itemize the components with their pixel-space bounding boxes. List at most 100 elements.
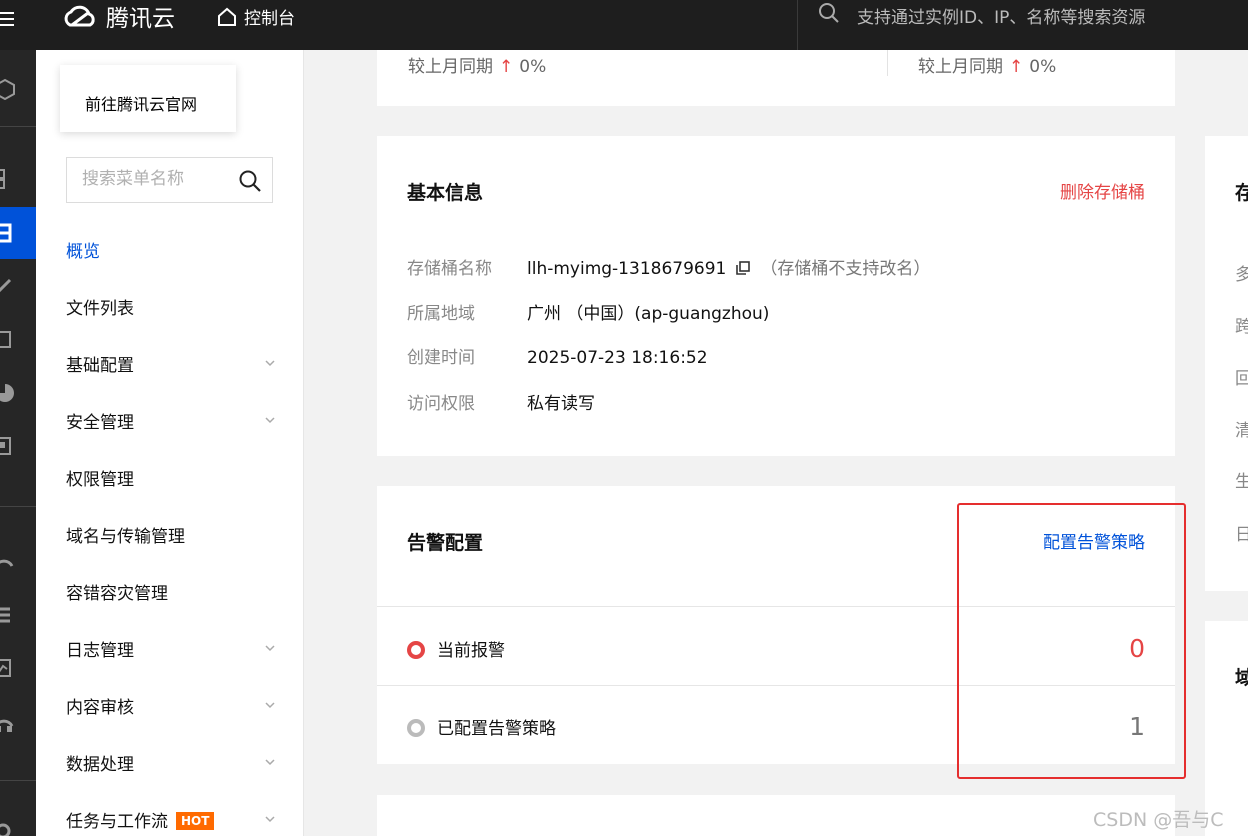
global-search-placeholder: 支持通过实例ID、IP、名称等搜索资源 xyxy=(857,8,1146,28)
settings-icon[interactable] xyxy=(0,820,16,836)
sidebar-item-label: 域名与传输管理 xyxy=(66,527,185,547)
created-time-value: 2025-07-23 18:16:52 xyxy=(527,348,708,368)
sidebar-item-label: 概览 xyxy=(66,242,100,262)
card-title: 基本信息 xyxy=(407,182,484,204)
dashboard-icon[interactable] xyxy=(0,168,16,190)
hamburger-menu-icon[interactable] xyxy=(0,12,16,38)
current-alarm-count[interactable]: 0 xyxy=(1129,634,1145,663)
month-compare-right: 较上月同期 ↑ 0% xyxy=(918,52,1056,77)
chart-icon[interactable] xyxy=(0,658,16,680)
list-icon[interactable] xyxy=(0,604,16,626)
info-row-created-time: 创建时间 2025-07-23 18:16:52 xyxy=(407,343,708,368)
red-status-dot-icon xyxy=(407,641,425,659)
config-item[interactable]: 生 xyxy=(1235,467,1248,492)
domain-card: 域 xyxy=(1205,621,1248,836)
info-key: 所属地域 xyxy=(407,304,475,324)
sidebar-item-domain-transfer[interactable]: 域名与传输管理 xyxy=(66,522,281,552)
alarm-label: 当前报警 xyxy=(437,641,505,661)
sidebar-item-label: 安全管理 xyxy=(66,413,134,433)
sidebar-item-content-moderation[interactable]: 内容审核 xyxy=(66,693,281,723)
menu-search-box[interactable] xyxy=(66,157,273,203)
sidebar-item-label: 容错容灾管理 xyxy=(66,584,168,604)
storage-icon[interactable] xyxy=(0,222,16,244)
global-search[interactable]: 支持通过实例ID、IP、名称等搜索资源 xyxy=(797,0,1248,50)
search-icon[interactable] xyxy=(238,169,262,193)
alarm-label: 已配置告警策略 xyxy=(437,719,556,739)
chevron-down-icon xyxy=(265,645,275,652)
alarm-row-configured: 已配置告警策略 xyxy=(407,714,556,739)
info-key: 创建时间 xyxy=(407,348,475,368)
sidebar-item-label: 内容审核 xyxy=(66,698,134,718)
sidebar-item-permissions[interactable]: 权限管理 xyxy=(66,465,281,495)
menu-search-input[interactable] xyxy=(82,169,232,189)
sidebar-item-label: 权限管理 xyxy=(66,470,134,490)
tencent-cloud-logo[interactable]: 腾讯云 xyxy=(60,2,175,32)
sidebar-item-tasks-workflow[interactable]: 任务与工作流 HOT xyxy=(66,807,281,836)
divider xyxy=(377,606,1175,607)
cube-icon[interactable] xyxy=(0,78,16,100)
info-row-access: 访问权限 私有读写 xyxy=(407,389,595,414)
home-icon xyxy=(218,7,236,26)
grey-status-dot-icon xyxy=(407,719,425,737)
info-key: 存储桶名称 xyxy=(407,259,492,279)
sidebar-item-basic-config[interactable]: 基础配置 xyxy=(66,351,281,381)
info-key: 访问权限 xyxy=(407,394,475,414)
chevron-down-icon xyxy=(265,417,275,424)
chevron-down-icon xyxy=(265,360,275,367)
bucket-name-value: llh-myimg-1318679691 xyxy=(527,259,727,279)
product-icon-rail xyxy=(0,50,36,836)
arrow-up-icon: ↑ xyxy=(1009,57,1024,77)
copy-icon[interactable] xyxy=(736,261,751,275)
calendar-icon[interactable] xyxy=(0,328,16,350)
official-site-tooltip[interactable]: 前往腾讯云官网 xyxy=(60,65,236,132)
sidebar-item-label: 数据处理 xyxy=(66,755,134,775)
sidebar-item-logs[interactable]: 日志管理 xyxy=(66,636,281,666)
month-compare-left: 较上月同期 ↑ 0% xyxy=(408,52,546,77)
info-row-region: 所属地域 广州 （中国）(ap-guangzhou) xyxy=(407,299,769,324)
access-value: 私有读写 xyxy=(527,394,595,414)
config-item[interactable]: 回 xyxy=(1235,364,1248,389)
region-value: 广州 （中国）(ap-guangzhou) xyxy=(527,304,770,324)
pie-chart-icon[interactable] xyxy=(0,382,16,404)
config-item[interactable]: 跨 xyxy=(1235,312,1248,337)
config-item[interactable]: 多 xyxy=(1235,260,1248,285)
sidebar-item-label: 基础配置 xyxy=(66,356,134,376)
compare-value: 0% xyxy=(1029,57,1057,77)
card-title: 域 xyxy=(1235,667,1248,689)
chevron-down-icon xyxy=(265,816,275,823)
sidebar-item-data-processing[interactable]: 数据处理 xyxy=(66,750,281,780)
alarm-config-card: 告警配置 配置告警策略 当前报警 0 已配置告警策略 1 xyxy=(377,486,1175,764)
gauge-icon[interactable] xyxy=(0,550,16,572)
stats-divider xyxy=(887,50,888,76)
sidebar-item-label: 日志管理 xyxy=(66,641,134,661)
sidebar-item-disaster-recovery[interactable]: 容错容灾管理 xyxy=(66,579,281,609)
config-item[interactable]: 日 xyxy=(1235,520,1248,545)
arrow-up-icon: ↑ xyxy=(499,57,514,77)
config-item[interactable]: 清 xyxy=(1235,416,1248,441)
sidebar-item-label: 文件列表 xyxy=(66,299,134,319)
sidebar-item-security[interactable]: 安全管理 xyxy=(66,408,281,438)
divider xyxy=(377,685,1175,686)
chevron-down-icon xyxy=(265,759,275,766)
console-label: 控制台 xyxy=(244,9,295,29)
card-title: 告警配置 xyxy=(407,532,484,554)
delete-bucket-link[interactable]: 删除存储桶 xyxy=(1060,178,1145,203)
brand-name: 腾讯云 xyxy=(106,6,175,32)
top-navbar: 腾讯云 控制台 支持通过实例ID、IP、名称等搜索资源 xyxy=(0,0,1248,50)
sidebar-item-file-list[interactable]: 文件列表 xyxy=(66,294,281,324)
watermark: CSDN @吾与C xyxy=(1093,809,1224,831)
alarm-row-current: 当前报警 xyxy=(407,636,505,661)
headset-icon[interactable] xyxy=(0,712,16,734)
info-row-bucket-name: 存储桶名称 llh-myimg-1318679691 （存储桶不支持改名） xyxy=(407,254,930,279)
sidebar-item-overview[interactable]: 概览 xyxy=(66,237,281,267)
storage-config-card: 存 多 跨 回 清 生 日 xyxy=(1205,136,1248,591)
compare-label: 较上月同期 xyxy=(918,57,1003,77)
configure-alarm-link[interactable]: 配置告警策略 xyxy=(1043,528,1145,553)
configured-policy-count[interactable]: 1 xyxy=(1129,712,1145,741)
search-icon xyxy=(819,3,839,23)
grid-icon[interactable] xyxy=(0,436,16,458)
console-link[interactable]: 控制台 xyxy=(216,4,295,29)
cloud-logo-icon xyxy=(64,5,95,27)
next-card xyxy=(377,795,1175,836)
link-icon[interactable] xyxy=(0,274,16,296)
